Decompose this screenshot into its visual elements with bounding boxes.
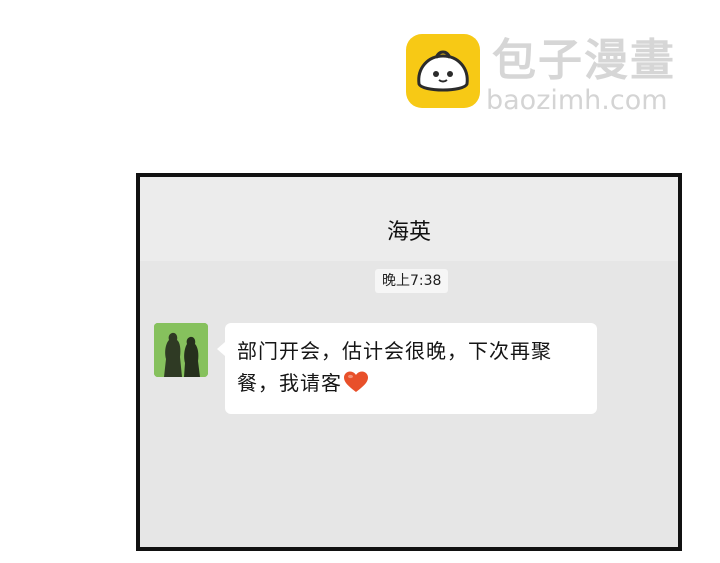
contact-name[interactable]: 海英 [140,217,678,249]
message-timestamp: 晚上7:38 [375,269,449,293]
chat-header: 海英 [140,177,678,261]
page: 包子漫畫 baozimh.com 海英 晚上7:38 部门开会，估计会很晚，下次… [0,0,720,563]
heart-icon [344,370,368,402]
watermark-url: baozimh.com [486,85,668,116]
avatar[interactable] [154,323,208,377]
message-text: 部门开会，估计会很晚，下次再聚餐，我请客 [237,339,552,395]
chat-body: 晚上7:38 部门开会，估计会很晚，下次再聚餐，我请客 [140,261,678,547]
message-bubble[interactable]: 部门开会，估计会很晚，下次再聚餐，我请客 [217,323,597,414]
chat-window: 海英 晚上7:38 部门开会，估计会很晚，下次再聚餐，我请客 [136,173,682,551]
baozi-logo-icon [406,34,480,108]
watermark-site-name: 包子漫畫 [492,35,676,86]
